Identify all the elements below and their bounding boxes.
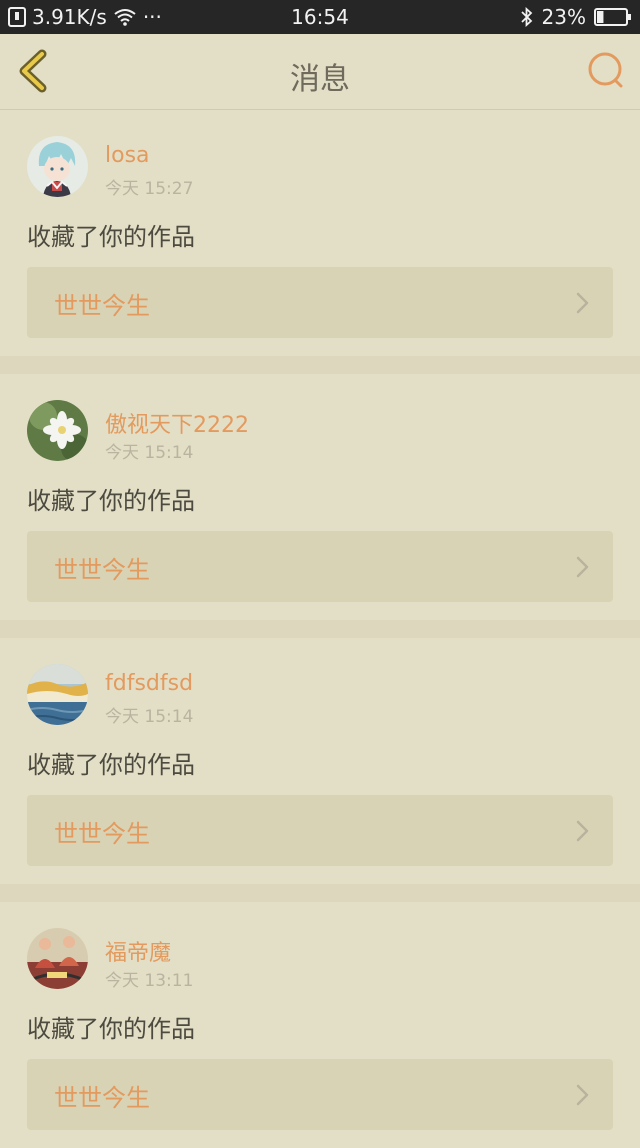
work-title: 世世今生 <box>54 1084 150 1112</box>
username[interactable]: 福帝魔 <box>105 935 171 967</box>
landscape-avatar-icon[interactable] <box>27 664 88 725</box>
action-text: 收藏了你的作品 <box>27 223 195 251</box>
separator <box>0 620 640 638</box>
action-text: 收藏了你的作品 <box>27 1015 195 1043</box>
work-title: 世世今生 <box>54 556 150 584</box>
message-card: fdfsdfsd 今天 15:14 收藏了你的作品 世世今生 <box>0 638 640 884</box>
action-text: 收藏了你的作品 <box>27 487 195 515</box>
username[interactable]: 傲视天下2222 <box>105 407 249 439</box>
chevron-right-icon <box>576 820 589 842</box>
username[interactable]: losa <box>105 143 150 168</box>
battery-percent: 23% <box>541 5 586 29</box>
flower-avatar-icon[interactable] <box>27 400 88 461</box>
work-link[interactable]: 世世今生 <box>27 531 613 602</box>
timestamp: 今天 15:27 <box>105 179 194 199</box>
timestamp: 今天 15:14 <box>105 707 194 727</box>
chevron-right-icon <box>576 292 589 314</box>
search-button[interactable] <box>586 50 626 90</box>
message-card: 傲视天下2222 今天 15:14 收藏了你的作品 世世今生 <box>0 374 640 620</box>
battery-icon <box>594 7 632 27</box>
work-link[interactable]: 世世今生 <box>27 267 613 338</box>
message-list: losa 今天 15:27 收藏了你的作品 世世今生 傲视天下2222 今天 1… <box>0 110 640 1148</box>
timestamp: 今天 15:14 <box>105 443 194 463</box>
work-title: 世世今生 <box>54 292 150 320</box>
work-link[interactable]: 世世今生 <box>27 795 613 866</box>
anime-avatar-icon[interactable] <box>27 136 88 197</box>
message-card: losa 今天 15:27 收藏了你的作品 世世今生 <box>0 110 640 356</box>
work-link[interactable]: 世世今生 <box>27 1059 613 1130</box>
work-title: 世世今生 <box>54 820 150 848</box>
timestamp: 今天 13:11 <box>105 971 194 991</box>
status-bar: 3.91K/s ··· 16:54 23% <box>0 0 640 34</box>
username[interactable]: fdfsdfsd <box>105 671 193 696</box>
search-icon <box>588 52 623 88</box>
action-text: 收藏了你的作品 <box>27 751 195 779</box>
chevron-right-icon <box>576 556 589 578</box>
separator <box>0 884 640 902</box>
chevron-right-icon <box>576 1084 589 1106</box>
status-right: 23% <box>520 5 632 29</box>
nav-bar: 消息 <box>0 34 640 110</box>
bluetooth-icon <box>520 7 534 27</box>
page-title: 消息 <box>290 62 350 97</box>
message-card: 福帝魔 今天 13:11 收藏了你的作品 世世今生 <box>0 902 640 1148</box>
separator <box>0 356 640 374</box>
people-avatar-icon[interactable] <box>27 928 88 989</box>
